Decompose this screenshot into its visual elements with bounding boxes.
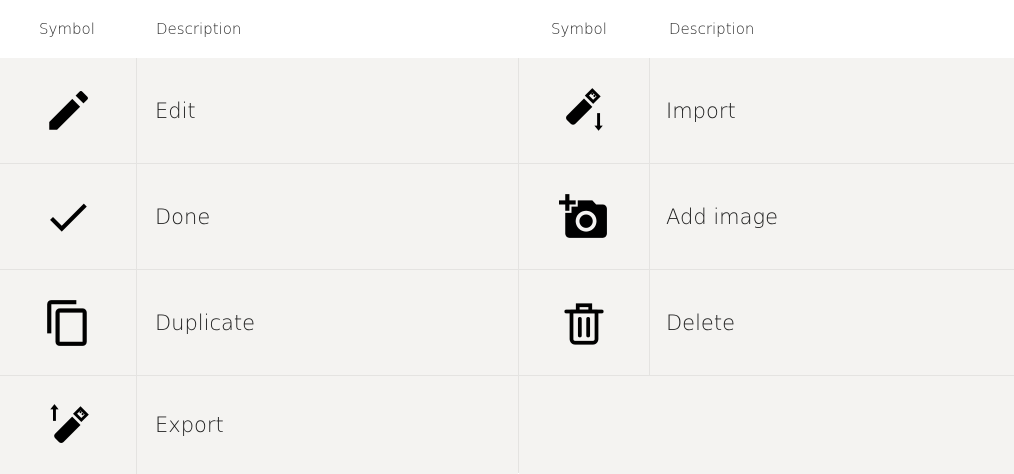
usb-upload-icon bbox=[50, 404, 89, 443]
header-description: Description bbox=[156, 20, 242, 38]
row-label: Done bbox=[155, 204, 211, 229]
header-description: Description bbox=[669, 20, 755, 38]
row-label: Export bbox=[155, 413, 224, 437]
add-photo-icon bbox=[559, 193, 607, 238]
icon-legend-table: Symbol Description Edit Done Duplicate E… bbox=[0, 0, 1014, 474]
table-row: Import bbox=[519, 58, 1014, 164]
legend-left: Symbol Description Edit Done Duplicate E… bbox=[0, 0, 518, 474]
row-label: Delete bbox=[666, 310, 735, 335]
empty-row bbox=[519, 376, 1014, 474]
pencil-icon bbox=[49, 90, 88, 130]
table-row: Done bbox=[0, 164, 518, 270]
copy-icon bbox=[47, 299, 87, 346]
check-icon bbox=[50, 203, 87, 232]
header-symbol: Symbol bbox=[551, 20, 607, 38]
table-row: Add image bbox=[519, 164, 1014, 270]
table-row: Duplicate bbox=[0, 270, 518, 376]
table-row: Edit bbox=[0, 58, 518, 164]
table-row: Delete bbox=[519, 270, 1014, 376]
table-header-right: Symbol Description bbox=[519, 0, 1014, 58]
header-symbol: Symbol bbox=[39, 20, 95, 38]
table-row: Export bbox=[0, 376, 518, 474]
row-label: Edit bbox=[155, 98, 196, 123]
table-header-left: Symbol Description bbox=[0, 0, 518, 58]
trash-icon bbox=[564, 302, 604, 345]
row-label: Add image bbox=[666, 204, 779, 229]
row-label: Import bbox=[666, 98, 736, 123]
row-label: Duplicate bbox=[155, 310, 256, 335]
legend-right: Symbol Description Import Add image Dele… bbox=[519, 0, 1014, 474]
usb-download-icon bbox=[566, 87, 603, 131]
